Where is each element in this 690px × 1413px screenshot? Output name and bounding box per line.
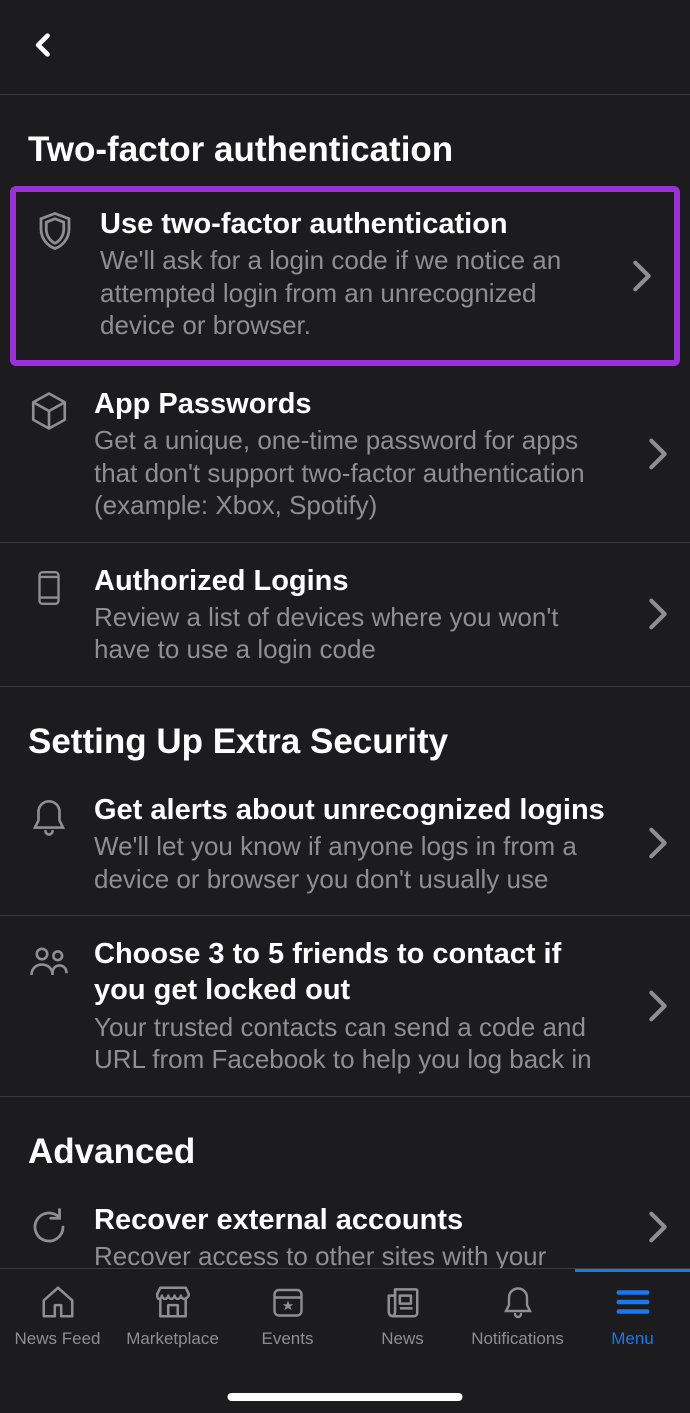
row-title: Recover external accounts <box>94 1202 612 1238</box>
row-title: Authorized Logins <box>94 563 612 599</box>
refresh-icon <box>28 1206 70 1248</box>
row-subtitle: Your trusted contacts can send a code an… <box>94 1011 612 1076</box>
row-subtitle: We'll let you know if anyone logs in fro… <box>94 830 612 895</box>
row-title: Use two-factor authentication <box>100 206 606 242</box>
section-advanced: Advanced Recover external accounts Recov… <box>0 1097 690 1269</box>
nav-label: Marketplace <box>126 1329 219 1349</box>
nav-newsfeed[interactable]: News Feed <box>0 1281 115 1349</box>
nav-label: Menu <box>611 1329 654 1349</box>
section-extra-security: Setting Up Extra Security Get alerts abo… <box>0 687 690 1097</box>
shield-icon <box>34 210 76 252</box>
row-body: App Passwords Get a unique, one-time pas… <box>94 386 662 522</box>
row-title: App Passwords <box>94 386 612 422</box>
row-title: Choose 3 to 5 friends to contact if you … <box>94 936 612 1009</box>
nav-marketplace[interactable]: Marketplace <box>115 1281 230 1349</box>
row-subtitle: We'll ask for a login code if we notice … <box>100 244 606 342</box>
row-body: Authorized Logins Review a list of devic… <box>94 563 662 666</box>
back-button[interactable] <box>30 31 58 64</box>
nav-events[interactable]: Events <box>230 1281 345 1349</box>
nav-notifications[interactable]: Notifications <box>460 1281 575 1349</box>
row-body: Use two-factor authentication We'll ask … <box>100 206 656 342</box>
nav-menu[interactable]: Menu <box>575 1281 690 1349</box>
nav-label: Events <box>262 1329 314 1349</box>
row-body: Recover external accounts Recover access… <box>94 1202 662 1269</box>
phone-icon <box>28 567 70 609</box>
section-two-factor: Two-factor authentication Use two-factor… <box>0 95 690 687</box>
row-get-alerts[interactable]: Get alerts about unrecognized logins We'… <box>0 772 690 916</box>
header <box>0 0 690 95</box>
row-authorized-logins[interactable]: Authorized Logins Review a list of devic… <box>0 543 690 686</box>
bell-icon <box>497 1281 539 1323</box>
chevron-right-icon <box>648 826 668 860</box>
row-body: Choose 3 to 5 friends to contact if you … <box>94 936 662 1076</box>
row-recover-external[interactable]: Recover external accounts Recover access… <box>0 1182 690 1269</box>
chevron-right-icon <box>648 1210 668 1244</box>
storefront-icon <box>152 1281 194 1323</box>
nav-news[interactable]: News <box>345 1281 460 1349</box>
nav-label: News Feed <box>15 1329 101 1349</box>
section-title: Two-factor authentication <box>0 95 690 180</box>
row-use-two-factor[interactable]: Use two-factor authentication We'll ask … <box>10 186 680 366</box>
nav-label: Notifications <box>471 1329 564 1349</box>
calendar-star-icon <box>267 1281 309 1323</box>
hamburger-icon <box>612 1281 654 1323</box>
row-subtitle: Get a unique, one-time password for apps… <box>94 424 612 522</box>
row-body: Get alerts about unrecognized logins We'… <box>94 792 662 895</box>
cube-icon <box>28 390 70 432</box>
content-scroll[interactable]: Two-factor authentication Use two-factor… <box>0 95 690 1268</box>
people-icon <box>28 940 70 982</box>
row-subtitle: Recover access to other sites with your <box>94 1240 612 1268</box>
chevron-left-icon <box>30 31 58 59</box>
row-app-passwords[interactable]: App Passwords Get a unique, one-time pas… <box>0 366 690 543</box>
newspaper-icon <box>382 1281 424 1323</box>
chevron-right-icon <box>632 259 652 293</box>
active-tab-indicator <box>575 1269 690 1272</box>
bottom-nav: News Feed Marketplace Events <box>0 1268 690 1413</box>
row-trusted-contacts[interactable]: Choose 3 to 5 friends to contact if you … <box>0 916 690 1096</box>
chevron-right-icon <box>648 989 668 1023</box>
section-title: Setting Up Extra Security <box>0 687 690 772</box>
chevron-right-icon <box>648 597 668 631</box>
row-subtitle: Review a list of devices where you won't… <box>94 601 612 666</box>
nav-label: News <box>381 1329 424 1349</box>
bell-icon <box>28 796 70 838</box>
section-title: Advanced <box>0 1097 690 1182</box>
row-title: Get alerts about unrecognized logins <box>94 792 612 828</box>
home-icon <box>37 1281 79 1323</box>
home-indicator[interactable] <box>228 1393 463 1401</box>
chevron-right-icon <box>648 437 668 471</box>
